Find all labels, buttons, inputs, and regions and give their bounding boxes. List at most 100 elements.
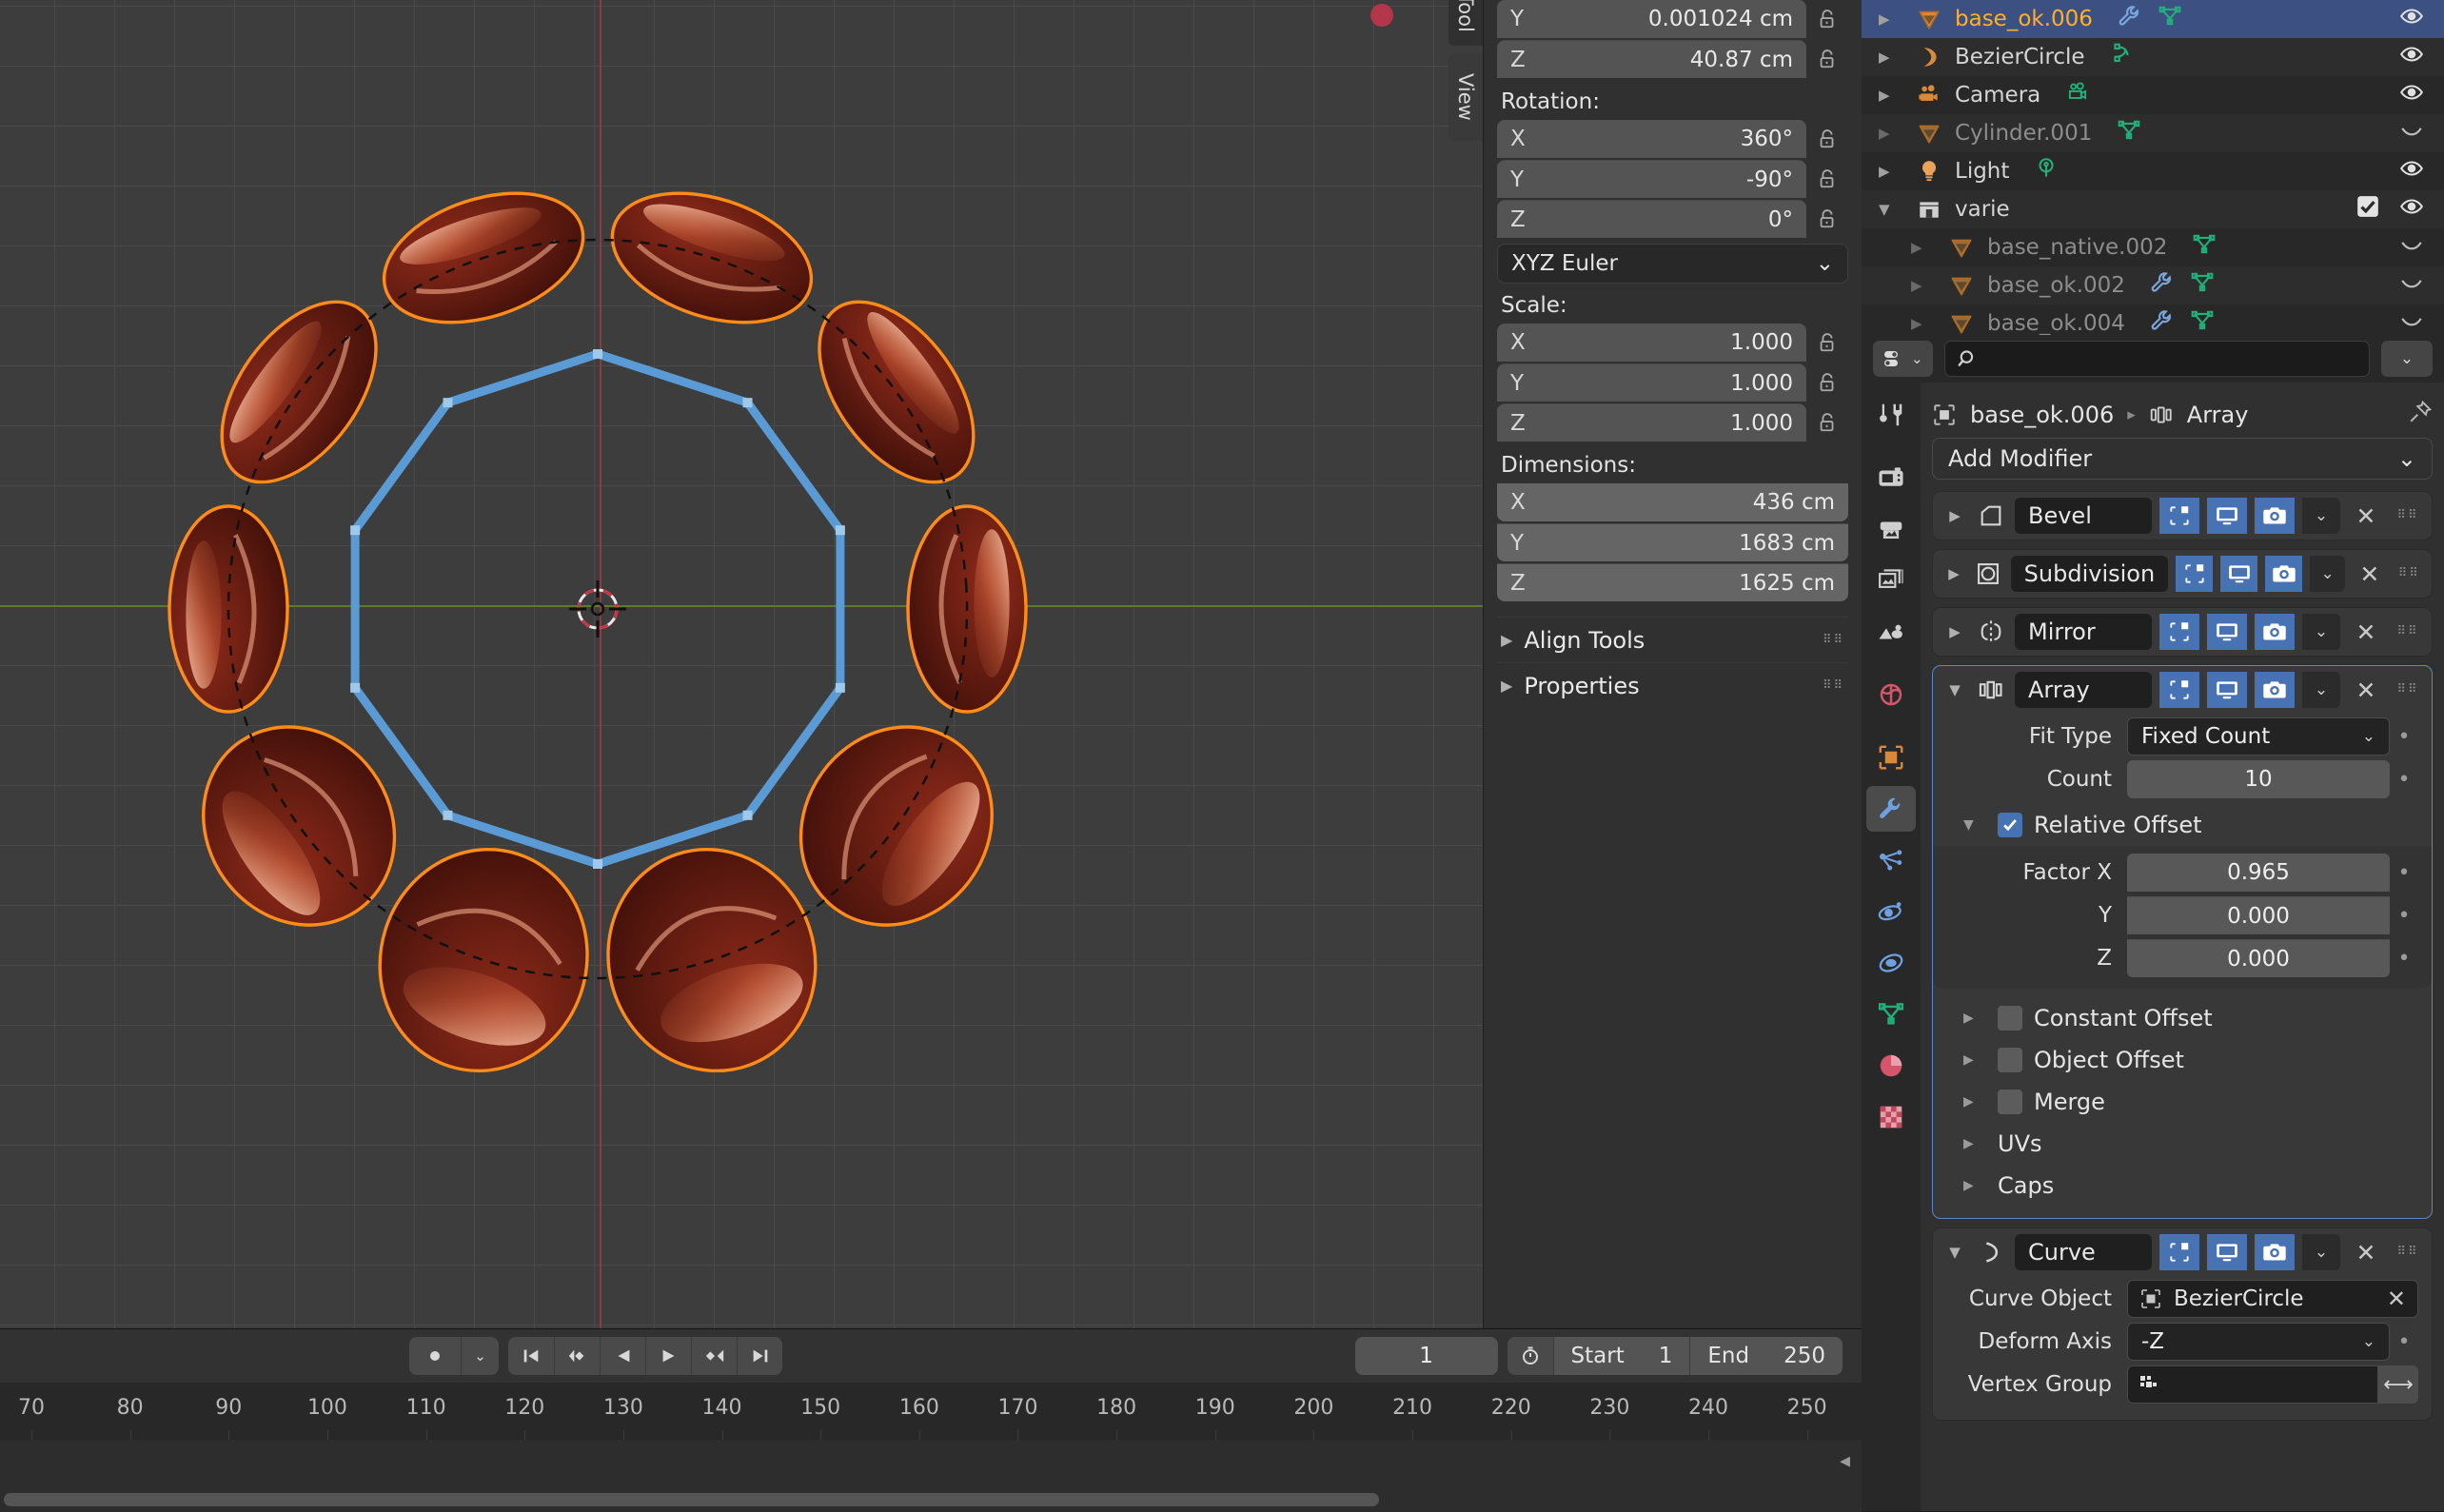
- start-frame-field[interactable]: Start 1: [1552, 1337, 1690, 1375]
- animate-property-icon[interactable]: •: [2390, 947, 2418, 971]
- modifier-header[interactable]: ▶ Bevel ⌄ ✕ ⠿⠿: [1933, 492, 2432, 540]
- triangle-right-icon[interactable]: ▶: [1963, 1094, 1986, 1109]
- timeline-body[interactable]: [0, 1440, 1862, 1512]
- rotation-mode-dropdown[interactable]: XYZ Euler ⌄: [1497, 244, 1848, 284]
- modifier-header[interactable]: ▼ Array ⌄ ✕ ⠿⠿: [1933, 666, 2432, 714]
- show-in-render-toggle[interactable]: [2255, 1234, 2295, 1270]
- dimension-field[interactable]: Z 1625 cm: [1497, 563, 1848, 601]
- vertex-group-field[interactable]: [2127, 1365, 2378, 1404]
- show-in-viewport-toggle[interactable]: [2220, 556, 2258, 592]
- lock-icon[interactable]: [1806, 370, 1848, 395]
- transform-field[interactable]: Z 0°: [1497, 200, 1806, 238]
- eye-closed-icon[interactable]: [2398, 270, 2425, 301]
- show-in-render-toggle[interactable]: [2255, 498, 2295, 534]
- modifier-extras-dropdown[interactable]: ⌄: [2302, 672, 2340, 708]
- end-frame-field[interactable]: End 250: [1689, 1337, 1843, 1375]
- triangle-right-icon[interactable]: ▶: [1879, 163, 1911, 180]
- triangle-right-icon[interactable]: ▶: [1911, 277, 1943, 294]
- section-checkbox[interactable]: [1998, 1006, 2022, 1031]
- eye-open-icon[interactable]: [2398, 42, 2425, 72]
- array-section-object-offset[interactable]: ▶ Object Offset: [1946, 1039, 2418, 1081]
- texture-tab[interactable]: [1866, 1094, 1916, 1140]
- eye-closed-icon[interactable]: [2398, 118, 2425, 148]
- transform-row[interactable]: X 360°: [1497, 120, 1848, 158]
- dimension-row[interactable]: Z 1625 cm: [1497, 563, 1848, 601]
- deform-axis-row[interactable]: Deform Axis -Z ⌄ •: [1946, 1323, 2418, 1361]
- relative-offset-toggle-row[interactable]: ▼ Relative Offset: [1946, 804, 2418, 846]
- show-in-editmode-toggle[interactable]: [2159, 1234, 2199, 1270]
- scene-tab[interactable]: [1866, 609, 1916, 655]
- animate-property-icon[interactable]: •: [2390, 904, 2418, 928]
- triangle-right-icon[interactable]: ▶: [1879, 10, 1911, 28]
- outliner-row-toggles[interactable]: [2398, 42, 2444, 72]
- eye-open-icon[interactable]: [2398, 194, 2425, 225]
- offset-factor-row[interactable]: Z 0.000 •: [1933, 939, 2432, 977]
- jump-to-end-button[interactable]: [737, 1337, 782, 1375]
- show-in-viewport-toggle[interactable]: [2207, 672, 2247, 708]
- collection-checkbox[interactable]: [2355, 194, 2381, 225]
- wrench-icon[interactable]: [2150, 270, 2175, 301]
- show-in-editmode-toggle[interactable]: [2159, 498, 2199, 534]
- triangle-down-icon[interactable]: ▼: [1942, 681, 1967, 698]
- show-in-editmode-toggle[interactable]: [2176, 556, 2214, 592]
- offset-factor-field[interactable]: 0.965: [2127, 854, 2390, 892]
- triangle-down-icon[interactable]: ▼: [1942, 1244, 1967, 1261]
- count-row[interactable]: Count 10 •: [1946, 760, 2418, 798]
- add-modifier-dropdown[interactable]: Add Modifier ⌄: [1932, 438, 2433, 480]
- show-in-render-toggle[interactable]: [2265, 556, 2303, 592]
- lock-icon[interactable]: [1806, 330, 1848, 355]
- remove-modifier-button[interactable]: ✕: [2348, 502, 2384, 530]
- offset-factor-row[interactable]: Factor X 0.965 •: [1933, 854, 2432, 892]
- play-button[interactable]: [645, 1337, 691, 1375]
- mesh-data-icon[interactable]: [2190, 308, 2215, 335]
- modifier-mirror[interactable]: ▶ Mirror ⌄ ✕ ⠿⠿: [1932, 607, 2433, 657]
- data-tab[interactable]: [1866, 992, 1916, 1037]
- offset-factor-field[interactable]: 0.000: [2127, 896, 2390, 934]
- jump-to-prev-keyframe-button[interactable]: [554, 1337, 600, 1375]
- timeline-editor[interactable]: ⌄ 1 Start 1 End 250 70 80 90 100 110 120 130 14…: [0, 1328, 1862, 1512]
- outliner-row-toggles[interactable]: [2398, 156, 2444, 187]
- outliner-row-toggles[interactable]: [2398, 308, 2444, 335]
- triangle-right-icon[interactable]: ▶: [1879, 87, 1911, 104]
- auto-keying-options-button[interactable]: ⌄: [461, 1337, 499, 1375]
- curve-object-field[interactable]: BezierCircle ✕: [2127, 1280, 2418, 1318]
- modifier-name-field[interactable]: Mirror: [2015, 614, 2152, 650]
- light-data-icon[interactable]: [2034, 156, 2059, 187]
- transform-row[interactable]: Y 1.000: [1497, 363, 1848, 402]
- array-section-constant-offset[interactable]: ▶ Constant Offset: [1946, 997, 2418, 1039]
- modifier-name-field[interactable]: Bevel: [2015, 498, 2152, 534]
- remove-modifier-button[interactable]: ✕: [2348, 619, 2384, 646]
- dimension-row[interactable]: Y 1683 cm: [1497, 523, 1848, 561]
- wrench-icon[interactable]: [2150, 308, 2175, 335]
- eye-open-icon[interactable]: [2398, 156, 2425, 187]
- triangle-right-icon[interactable]: ▶: [1963, 1052, 1986, 1068]
- outliner-row-toggles[interactable]: [2398, 232, 2444, 263]
- show-in-viewport-toggle[interactable]: [2207, 1234, 2247, 1270]
- mesh-data-icon[interactable]: [2190, 270, 2215, 301]
- modifier-header[interactable]: ▶ Subdivision ⌄ ✕ ⠿⠿: [1933, 550, 2432, 598]
- eye-open-icon[interactable]: [2398, 80, 2425, 110]
- modifier-extras-dropdown[interactable]: ⌄: [2302, 1234, 2340, 1270]
- modifier-header[interactable]: ▶ Mirror ⌄ ✕ ⠿⠿: [1933, 608, 2432, 656]
- transform-field[interactable]: X 360°: [1497, 120, 1806, 158]
- material-tab[interactable]: [1866, 1043, 1916, 1089]
- remove-modifier-button[interactable]: ✕: [2353, 560, 2386, 588]
- jump-to-start-button[interactable]: [508, 1337, 554, 1375]
- transform-row[interactable]: Y -90°: [1497, 160, 1848, 198]
- array-modifier-body[interactable]: Fit Type Fixed Count ⌄ • Count 10 • ▼ Re…: [1933, 714, 2432, 1218]
- show-in-viewport-toggle[interactable]: [2207, 614, 2247, 650]
- clear-curve-object-button[interactable]: ✕: [2387, 1286, 2406, 1312]
- lock-icon[interactable]: [1806, 167, 1848, 191]
- timeline-ruler[interactable]: 70 80 90 100 110 120 130 140 150 160 170 180 190 200 2…: [0, 1383, 1862, 1440]
- modifier-extras-dropdown[interactable]: ⌄: [2302, 614, 2340, 650]
- remove-modifier-button[interactable]: ✕: [2348, 677, 2384, 704]
- outliner-row-camera[interactable]: ▶ Camera: [1862, 76, 2444, 114]
- curve-modifier-body[interactable]: Curve Object BezierCircle ✕ Deform Axis …: [1933, 1276, 2432, 1420]
- outliner-row-base-ok-004[interactable]: ▶ base_ok.004: [1862, 304, 2444, 335]
- properties-editor[interactable]: ⌄ ⌄ base_ok.006 ▸ Array Add Modifier ⌄ ▶…: [1862, 335, 2444, 1511]
- camera-data-icon[interactable]: [2065, 80, 2090, 110]
- npanel-collapsed-panel[interactable]: ▶ Align Tools ⠿⠿: [1497, 617, 1848, 662]
- constraints-tab[interactable]: [1866, 940, 1916, 986]
- show-in-editmode-toggle[interactable]: [2159, 614, 2199, 650]
- lock-icon[interactable]: [1806, 47, 1848, 71]
